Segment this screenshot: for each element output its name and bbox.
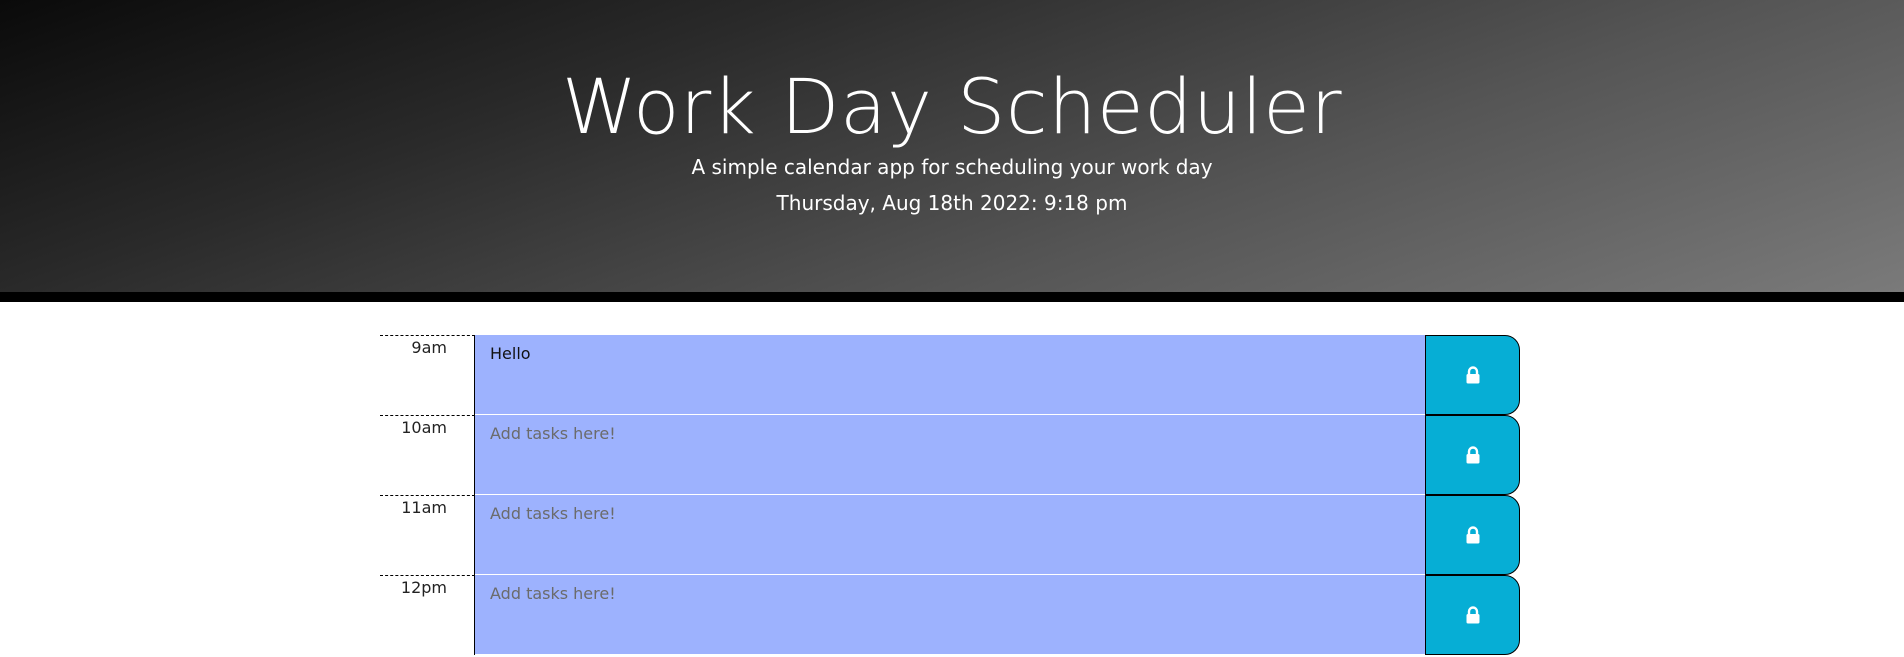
time-block-9am: 9am Hello	[380, 335, 1520, 415]
header: Work Day Scheduler A simple calendar app…	[0, 0, 1904, 302]
hour-label: 9am	[380, 335, 475, 415]
task-input[interactable]	[475, 575, 1425, 655]
save-button[interactable]	[1425, 415, 1520, 495]
hour-label: 11am	[380, 495, 475, 575]
save-button[interactable]	[1425, 335, 1520, 415]
time-block-11am: 11am	[380, 495, 1520, 575]
lock-icon	[1466, 526, 1479, 544]
lock-icon	[1466, 446, 1479, 464]
page-title: Work Day Scheduler	[561, 62, 1343, 151]
current-day: Thursday, Aug 18th 2022: 9:18 pm	[776, 191, 1128, 215]
hour-label: 12pm	[380, 575, 475, 655]
task-input[interactable]: Hello	[475, 335, 1425, 415]
lock-icon	[1466, 366, 1479, 384]
save-button[interactable]	[1425, 575, 1520, 655]
time-block-10am: 10am	[380, 415, 1520, 495]
lock-icon	[1466, 606, 1479, 624]
page-subtitle: A simple calendar app for scheduling you…	[691, 155, 1213, 179]
task-input[interactable]	[475, 415, 1425, 495]
time-block-list: 9am Hello 10am 11am 12pm	[380, 335, 1520, 655]
save-button[interactable]	[1425, 495, 1520, 575]
task-input[interactable]	[475, 495, 1425, 575]
time-block-12pm: 12pm	[380, 575, 1520, 655]
hour-label: 10am	[380, 415, 475, 495]
